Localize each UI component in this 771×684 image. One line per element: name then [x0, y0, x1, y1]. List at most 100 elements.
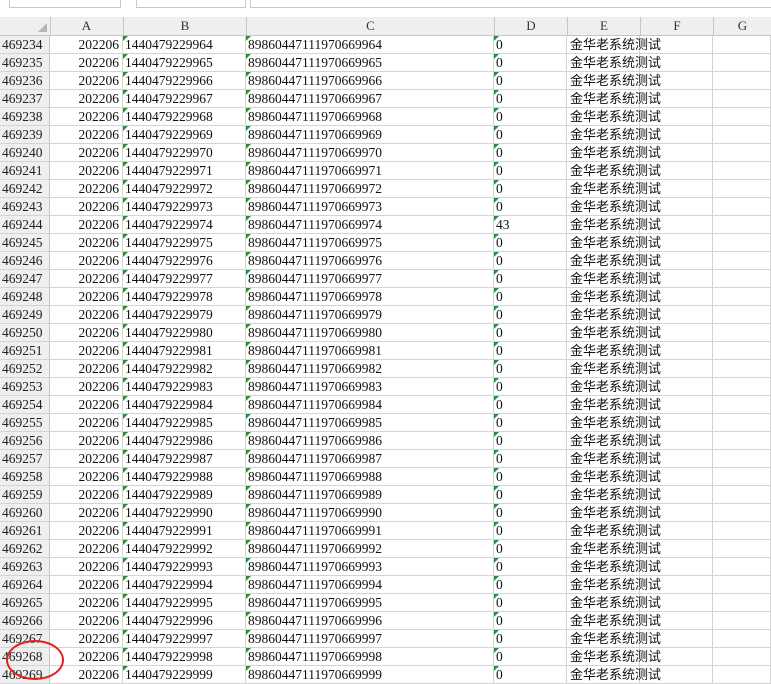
row-header[interactable]: 469256 [0, 432, 50, 450]
cell-d[interactable]: 0 [494, 360, 567, 378]
cell-b[interactable]: 1440479229965 [123, 54, 246, 72]
cell-e[interactable]: 金华老系统测试 [567, 396, 661, 414]
cell-e[interactable]: 金华老系统测试 [567, 576, 661, 594]
cell-c[interactable]: 89860447111970669966 [246, 72, 494, 90]
cell-a[interactable]: 202206 [50, 306, 123, 324]
cell-d[interactable]: 0 [494, 324, 567, 342]
cell-g[interactable] [713, 468, 771, 486]
cell-c[interactable]: 89860447111970669977 [246, 270, 494, 288]
cell-g[interactable] [713, 144, 771, 162]
cell-a[interactable]: 202206 [50, 432, 123, 450]
row-header[interactable]: 469250 [0, 324, 50, 342]
cell-e[interactable]: 金华老系统测试 [567, 288, 661, 306]
row-header[interactable]: 469253 [0, 378, 50, 396]
cell-e[interactable]: 金华老系统测试 [567, 522, 661, 540]
cell-c[interactable]: 89860447111970669981 [246, 342, 494, 360]
row-header[interactable]: 469236 [0, 72, 50, 90]
cell-g[interactable] [713, 72, 771, 90]
cell-d[interactable]: 0 [494, 630, 567, 648]
cell-e[interactable]: 金华老系统测试 [567, 90, 661, 108]
cell-b[interactable]: 1440479229973 [123, 198, 246, 216]
cell-e[interactable]: 金华老系统测试 [567, 108, 661, 126]
cell-e[interactable]: 金华老系统测试 [567, 432, 661, 450]
cell-b[interactable]: 1440479229996 [123, 612, 246, 630]
cell-e[interactable]: 金华老系统测试 [567, 594, 661, 612]
cell-b[interactable]: 1440479229998 [123, 648, 246, 666]
cell-b[interactable]: 1440479229984 [123, 396, 246, 414]
cell-d[interactable]: 0 [494, 666, 567, 684]
cell-a[interactable]: 202206 [50, 594, 123, 612]
cell-d[interactable]: 0 [494, 540, 567, 558]
cell-d[interactable]: 0 [494, 270, 567, 288]
row-header[interactable]: 469266 [0, 612, 50, 630]
cell-d[interactable]: 0 [494, 432, 567, 450]
cell-a[interactable]: 202206 [50, 270, 123, 288]
cell-e[interactable]: 金华老系统测试 [567, 234, 661, 252]
cell-c[interactable]: 89860447111970669982 [246, 360, 494, 378]
cell-e[interactable]: 金华老系统测试 [567, 414, 661, 432]
cell-d[interactable]: 0 [494, 648, 567, 666]
cell-b[interactable]: 1440479229999 [123, 666, 246, 684]
cell-e[interactable]: 金华老系统测试 [567, 540, 661, 558]
row-header[interactable]: 469235 [0, 54, 50, 72]
cell-c[interactable]: 89860447111970669972 [246, 180, 494, 198]
row-header[interactable]: 469238 [0, 108, 50, 126]
cell-a[interactable]: 202206 [50, 72, 123, 90]
cell-a[interactable]: 202206 [50, 576, 123, 594]
cell-b[interactable]: 1440479229975 [123, 234, 246, 252]
cell-e[interactable]: 金华老系统测试 [567, 360, 661, 378]
cell-a[interactable]: 202206 [50, 396, 123, 414]
cell-c[interactable]: 89860447111970669978 [246, 288, 494, 306]
cell-b[interactable]: 1440479229993 [123, 558, 246, 576]
cell-b[interactable]: 1440479229967 [123, 90, 246, 108]
cell-e[interactable]: 金华老系统测试 [567, 378, 661, 396]
cell-d[interactable]: 0 [494, 234, 567, 252]
cell-g[interactable] [713, 234, 771, 252]
cell-a[interactable]: 202206 [50, 522, 123, 540]
cell-a[interactable]: 202206 [50, 198, 123, 216]
cell-a[interactable]: 202206 [50, 108, 123, 126]
cell-a[interactable]: 202206 [50, 324, 123, 342]
cell-b[interactable]: 1440479229988 [123, 468, 246, 486]
cell-b[interactable]: 1440479229981 [123, 342, 246, 360]
cell-g[interactable] [713, 486, 771, 504]
cell-g[interactable] [713, 216, 771, 234]
cell-g[interactable] [713, 450, 771, 468]
cell-b[interactable]: 1440479229976 [123, 252, 246, 270]
cell-a[interactable]: 202206 [50, 468, 123, 486]
cell-c[interactable]: 89860447111970669992 [246, 540, 494, 558]
cell-d[interactable]: 0 [494, 396, 567, 414]
cell-c[interactable]: 89860447111970669989 [246, 486, 494, 504]
column-header-g[interactable]: G [714, 17, 771, 35]
cell-d[interactable]: 0 [494, 522, 567, 540]
cell-c[interactable]: 89860447111970669980 [246, 324, 494, 342]
cell-c[interactable]: 89860447111970669979 [246, 306, 494, 324]
row-header[interactable]: 469241 [0, 162, 50, 180]
cell-a[interactable]: 202206 [50, 360, 123, 378]
cell-b[interactable]: 1440479229990 [123, 504, 246, 522]
cell-a[interactable]: 202206 [50, 54, 123, 72]
cell-c[interactable]: 89860447111970669970 [246, 144, 494, 162]
row-header[interactable]: 469264 [0, 576, 50, 594]
cell-c[interactable]: 89860447111970669967 [246, 90, 494, 108]
column-header-b[interactable]: B [124, 17, 247, 35]
cell-e[interactable]: 金华老系统测试 [567, 36, 661, 54]
cell-g[interactable] [713, 36, 771, 54]
cell-d[interactable]: 0 [494, 162, 567, 180]
cell-g[interactable] [713, 612, 771, 630]
cell-d[interactable]: 0 [494, 252, 567, 270]
select-all-button[interactable] [0, 17, 51, 35]
cell-g[interactable] [713, 54, 771, 72]
cell-a[interactable]: 202206 [50, 540, 123, 558]
cell-b[interactable]: 1440479229970 [123, 144, 246, 162]
cell-d[interactable]: 0 [494, 180, 567, 198]
cell-c[interactable]: 89860447111970669985 [246, 414, 494, 432]
cell-d[interactable]: 0 [494, 378, 567, 396]
cell-e[interactable]: 金华老系统测试 [567, 468, 661, 486]
cell-c[interactable]: 89860447111970669965 [246, 54, 494, 72]
cell-d[interactable]: 0 [494, 108, 567, 126]
cell-d[interactable]: 0 [494, 450, 567, 468]
cell-g[interactable] [713, 198, 771, 216]
cell-e[interactable]: 金华老系统测试 [567, 162, 661, 180]
cell-a[interactable]: 202206 [50, 234, 123, 252]
